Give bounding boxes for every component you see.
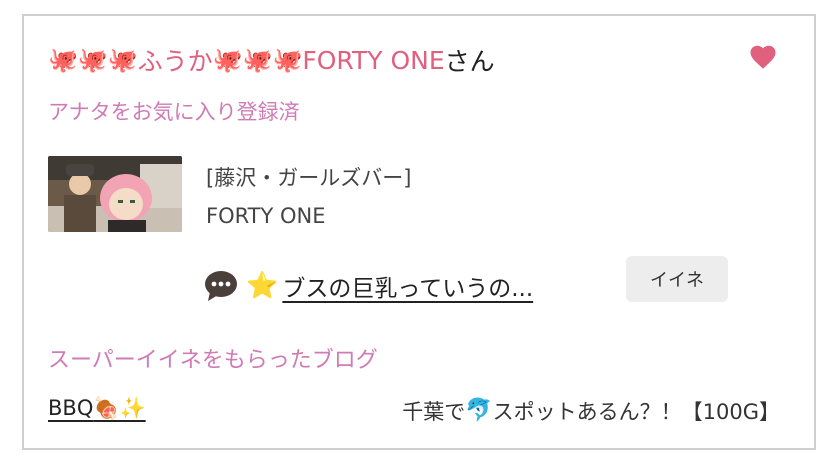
octopus-emoji: 🐙 <box>107 46 138 74</box>
octopus-emoji: 🐙 <box>272 46 303 74</box>
octopus-emoji: 🐙 <box>48 46 78 74</box>
favorite-status: アナタをお気に入り登録済 <box>48 100 300 124</box>
cast-name-header[interactable]: 🐙 🐙 🐙 ふうか 🐙 🐙 🐙 FORTY ONE さん <box>48 42 495 78</box>
cast-name-text: ふうか <box>137 47 213 76</box>
meat-sparkles-emoji: 🍖✨ <box>93 395 146 420</box>
dolphin-emoji: 🐬 <box>465 398 493 423</box>
octopus-emoji: 🐙 <box>77 46 108 74</box>
blog-post-prefix: 千葉で <box>402 400 466 424</box>
favorite-card: 🐙 🐙 🐙 ふうか 🐙 🐙 🐙 FORTY ONE さん アナタをお気に入り登録… <box>22 14 816 450</box>
heart-icon[interactable] <box>748 42 778 72</box>
super-iine-section-title: スーパーイイネをもらったブログ <box>48 348 378 373</box>
comment-link[interactable]: ブスの巨乳っていうの... <box>282 269 533 303</box>
shop-category: [藤沢・ガールズバー] <box>206 166 412 190</box>
iine-button[interactable]: イイネ <box>626 256 728 302</box>
octopus-emoji: 🐙 <box>242 46 273 74</box>
octopus-emoji: 🐙 <box>212 46 243 74</box>
blog-title-text: BBQ <box>48 396 94 420</box>
latest-comment[interactable]: ⭐ ブスの巨乳っていうの... <box>204 266 533 306</box>
speech-bubble-icon <box>205 271 237 301</box>
cast-shop-text: FORTY ONE <box>302 45 445 75</box>
cast-thumbnail[interactable] <box>48 156 182 232</box>
shop-name[interactable]: FORTY ONE <box>206 204 326 228</box>
blog-post-suffix: スポットあるん？！【100G】 <box>492 400 780 424</box>
honorific-suffix: さん <box>444 47 495 76</box>
blog-post-link[interactable]: 千葉で 🐬 スポットあるん？！【100G】 <box>402 396 780 426</box>
blog-title-link[interactable]: BBQ 🍖✨ <box>48 396 146 420</box>
star-emoji: ⭐ <box>246 271 279 301</box>
